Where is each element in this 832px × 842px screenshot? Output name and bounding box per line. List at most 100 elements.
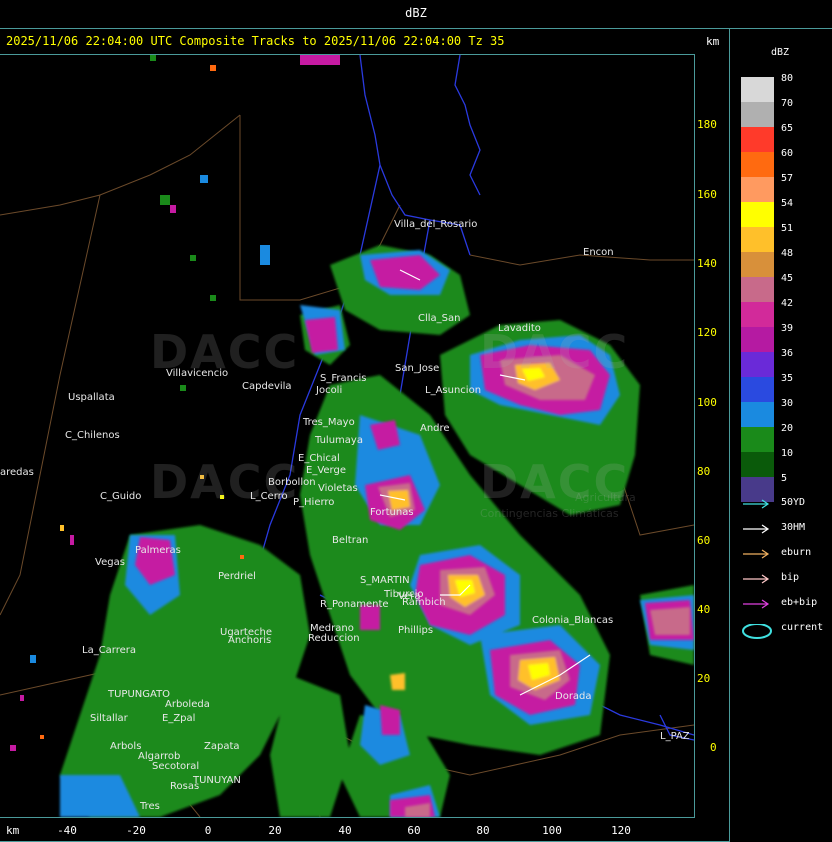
place-label: La_Carrera — [82, 645, 137, 656]
scale-label: 60 — [781, 148, 794, 159]
track-legend-label: current — [781, 622, 824, 633]
y-tick: 20 — [697, 672, 711, 685]
x-tick: 80 — [476, 824, 490, 837]
scale-label: 57 — [781, 173, 794, 184]
scale-swatch — [741, 402, 774, 427]
scale-swatch — [741, 202, 774, 227]
place-label: Fortunas — [370, 507, 414, 518]
scale-label: 39 — [781, 323, 794, 334]
place-label: Lavadito — [498, 323, 541, 334]
place-label: Zapata — [204, 741, 240, 752]
watermark-line2: Contingencias Climáticas — [480, 507, 619, 520]
current-ellipse-icon — [742, 624, 772, 639]
scale-swatch — [741, 252, 774, 277]
y-tick: 100 — [697, 396, 717, 409]
scale-label: 48 — [781, 248, 794, 259]
scale-swatch — [741, 152, 774, 177]
place-label: Siltallar — [90, 713, 128, 724]
place-label: Jocoli — [316, 385, 343, 396]
scale-swatch — [741, 327, 774, 352]
place-label: Andre — [420, 423, 450, 434]
place-label: Rambich — [402, 597, 446, 608]
y-tick: 60 — [697, 534, 711, 547]
legend-title: dBZ — [771, 47, 790, 58]
x-tick: 120 — [611, 824, 631, 837]
scale-label: 35 — [781, 373, 794, 384]
track-legend-label: bip — [781, 572, 800, 583]
track-arrow-icon — [743, 574, 770, 584]
scale-swatch — [741, 177, 774, 202]
unit-label-top: km — [706, 35, 720, 48]
place-label: S_Francis — [320, 373, 367, 384]
scale-swatch — [741, 227, 774, 252]
x-tick: 40 — [338, 824, 352, 837]
scale-swatch — [741, 277, 774, 302]
place-label: L_PAZ — [660, 731, 690, 742]
place-label: E_Chical — [298, 453, 340, 464]
place-label: Tulumaya — [315, 435, 363, 446]
place-label: San_Jose — [395, 363, 440, 374]
place-label: Perdriel — [218, 571, 256, 582]
scale-label: 51 — [781, 223, 794, 234]
scale-label: 70 — [781, 98, 794, 109]
scale-swatch — [741, 377, 774, 402]
place-label: Tres — [140, 801, 160, 812]
scale-label: 30 — [781, 398, 794, 409]
watermark-line1: Agricultura — [575, 491, 636, 504]
scale-label: 42 — [781, 298, 794, 309]
place-label: Arboleda — [165, 699, 210, 710]
scale-swatch — [741, 352, 774, 377]
place-label: R_Ponamente — [320, 599, 389, 610]
place-label: Tres_Mayo — [303, 417, 355, 428]
track-legend-item: eb+bip — [741, 597, 831, 611]
track-legend-item: bip — [741, 572, 831, 586]
place-label: Dorada — [555, 691, 592, 702]
place-label: Phillips — [398, 625, 434, 636]
window-title: dBZ — [405, 6, 427, 20]
track-legend-item: 30HM — [741, 522, 831, 536]
track-legend-label: eb+bip — [781, 597, 818, 608]
place-label: C_Guido — [100, 491, 142, 502]
place-label: Ugarteche — [220, 627, 272, 638]
place-label: Violetas — [318, 483, 358, 494]
scale-label: 45 — [781, 273, 794, 284]
scale-label: 36 — [781, 348, 794, 359]
dbz-color-scale — [741, 77, 774, 502]
scale-label: 54 — [781, 198, 794, 209]
y-tick: 140 — [697, 257, 717, 270]
place-label: Arbols — [110, 741, 142, 752]
scale-label: 80 — [781, 73, 794, 84]
place-label: Vegas — [95, 557, 125, 568]
scale-label: 65 — [781, 123, 794, 134]
place-label: Clla_San — [418, 313, 461, 324]
place-label: Villa_del_Rosario — [394, 219, 478, 230]
place-label: aredas — [0, 467, 34, 478]
place-label: TUNUYAN — [193, 775, 241, 786]
unit-label-bottom: km — [6, 824, 20, 837]
place-label: Secotoral — [152, 761, 200, 772]
place-label: E_Verge — [306, 465, 346, 476]
place-label: C_Chilenos — [65, 430, 120, 441]
track-legend-item: current — [741, 622, 831, 639]
legend-panel: dBZ 80 70 65 60 57 54 51 48 45 42 39 36 35 30 20 10 5 50Y… — [731, 29, 832, 842]
place-label: L_Cerro — [250, 491, 288, 502]
x-tick: 20 — [268, 824, 282, 837]
composite-header: 2025/11/06 22:04:00 UTC Composite Tracks… — [6, 34, 505, 48]
scale-swatch — [741, 302, 774, 327]
place-label: Reduccion — [308, 633, 360, 644]
place-label: Capdevila — [242, 381, 292, 392]
track-arrow-icon — [743, 499, 770, 509]
track-legend-label: 50YD — [781, 497, 806, 508]
scale-label: 5 — [781, 473, 788, 484]
place-label: Rosas — [170, 781, 200, 792]
scale-swatch — [741, 427, 774, 452]
y-tick: 0 — [710, 741, 717, 754]
x-tick: -40 — [57, 824, 77, 837]
y-tick: 180 — [697, 118, 717, 131]
scale-swatch — [741, 77, 774, 102]
place-label: Borbollon — [268, 477, 316, 488]
radar-map[interactable]: DACC DACC DACC DACC Agricultura Continge… — [0, 54, 695, 818]
scale-swatch — [741, 127, 774, 152]
track-legend-label: eburn — [781, 547, 812, 558]
track-legend-item: eburn — [741, 547, 831, 561]
